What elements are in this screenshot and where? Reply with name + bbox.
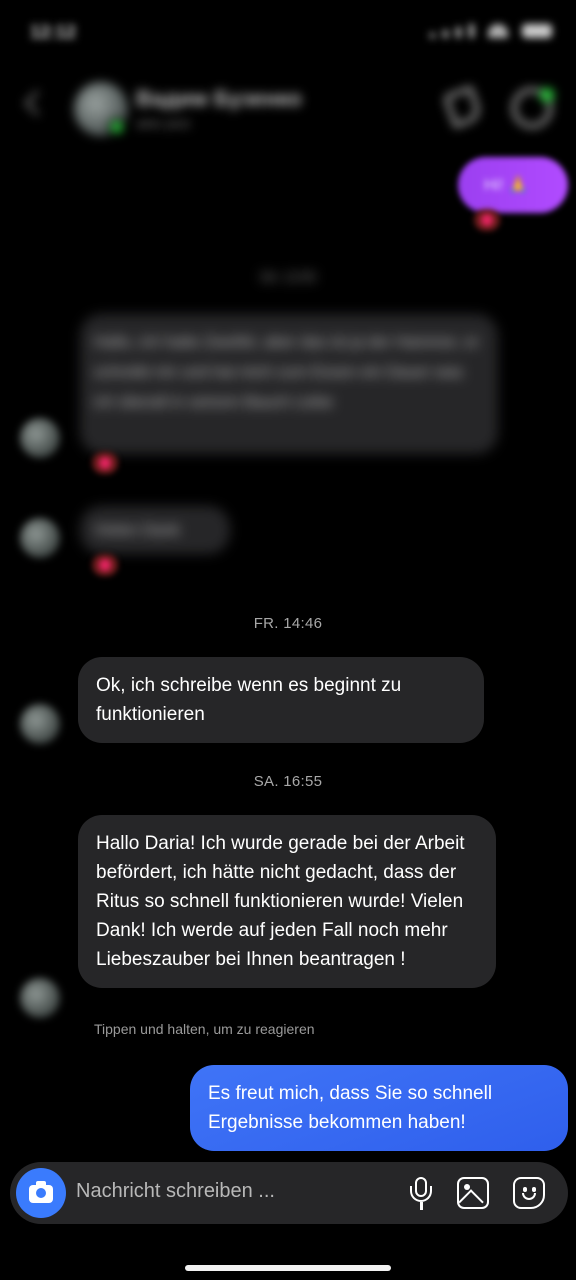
heart-reaction-icon[interactable] [474,209,500,231]
status-icons [430,24,552,38]
message-text: Hallo Daria! Ich wurde gerade bei der Ar… [96,833,465,970]
contact-status: aktiv jetzt [136,116,191,131]
wifi-icon [488,24,508,38]
blurred-timestamp-zone: SA. 12:00 [0,270,576,290]
sender-avatar[interactable] [20,518,60,558]
heart-reaction-icon[interactable] [92,554,118,576]
message-text: Vielen Dank [94,522,180,539]
microphone-icon[interactable] [408,1177,434,1211]
online-indicator [108,118,126,136]
sender-avatar[interactable] [20,704,60,744]
chat-screen: 12:12 Вадим Бузенко aktiv jetzt Hi! 🙏 SA… [0,0,576,1280]
incoming-message[interactable]: Hallo Daria! Ich wurde gerade bei der Ar… [78,815,496,988]
sender-avatar[interactable] [20,978,60,1018]
phone-call-icon[interactable] [443,85,483,129]
back-arrow-icon[interactable] [24,90,50,116]
status-bar: 12:12 [0,0,576,70]
signal-icon [456,27,461,38]
message-input[interactable] [76,1180,336,1203]
message-text: Es freut mich, dass Sie so schnell Ergeb… [208,1083,493,1133]
outgoing-message[interactable]: Es freut mich, dass Sie so schnell Ergeb… [190,1065,568,1151]
contact-name[interactable]: Вадим Бузенко [136,86,302,112]
home-indicator[interactable] [185,1265,391,1271]
battery-icon [522,24,552,38]
timestamp: SA. 12:00 [260,270,316,284]
message-text: Ok, ich schreibe wenn es beginnt zu funk… [96,675,402,725]
status-time: 12:12 [30,22,77,42]
blurred-message-zone-1: Hallo, ich hatte Zweifel, aber das ist j… [0,314,576,514]
video-active-dot [540,88,554,102]
incoming-message-blurred[interactable]: Vielen Dank [80,506,230,554]
sticker-icon[interactable] [513,1177,545,1209]
signal-icon [430,33,435,38]
signal-icon [443,30,448,38]
outgoing-message-text: Hi! 🙏 [484,177,528,194]
signal-icon [469,24,474,38]
reaction-hint: Tippen und halten, um zu reagieren [94,1021,315,1037]
chat-header: Вадим Бузенко aktiv jetzt [0,70,576,150]
blurred-message-zone-2: Vielen Dank [0,506,576,556]
timestamp: SA. 16:55 [253,773,323,790]
message-text: Hallo, ich hatte Zweifel, aber das ist j… [94,334,480,411]
gallery-icon[interactable] [457,1177,489,1209]
message-composer [10,1162,568,1224]
outgoing-message-blurred[interactable]: Hi! 🙏 [458,157,568,213]
timestamp: FR. 14:46 [253,615,323,632]
sender-avatar[interactable] [20,418,60,458]
heart-reaction-icon[interactable] [92,452,118,474]
camera-button[interactable] [16,1168,66,1218]
incoming-message[interactable]: Ok, ich schreibe wenn es beginnt zu funk… [78,657,484,743]
incoming-message-blurred[interactable]: Hallo, ich hatte Zweifel, aber das ist j… [80,314,498,454]
